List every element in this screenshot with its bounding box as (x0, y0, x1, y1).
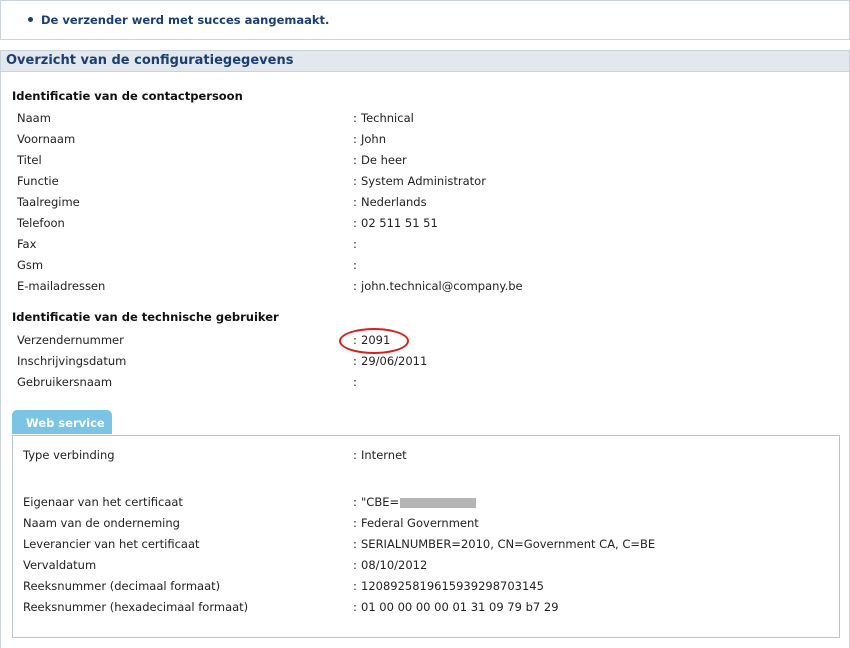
row-value: "CBE= (361, 495, 477, 509)
web-service-box: Type verbinding : Internet Eigenaar van … (12, 435, 840, 638)
ws-row-vervaldatum: Vervaldatum : 08/10/2012 (13, 558, 850, 576)
row-label: Vervaldatum (23, 558, 97, 572)
bullet-icon (28, 17, 33, 22)
row-separator: : (353, 174, 357, 188)
contact-section-title: Identificatie van de contactpersoon (12, 89, 243, 103)
contact-row-telefoon: Telefoon : 02 511 51 51 (1, 216, 841, 234)
row-label: E-mailadressen (17, 279, 106, 293)
technical-row-verzendernummer: Verzendernummer : 2091 (1, 333, 841, 351)
row-value: System Administrator (361, 174, 486, 188)
row-separator: : (353, 195, 357, 209)
row-value: 01 00 00 00 00 01 31 09 79 b7 29 (361, 600, 559, 614)
row-label: Verzendernummer (17, 333, 124, 347)
row-label: Eigenaar van het certificaat (23, 495, 183, 509)
cert-owner-text: "CBE= (361, 495, 400, 509)
success-message: De verzender werd met succes aangemaakt. (41, 13, 330, 27)
success-notice: De verzender werd met succes aangemaakt. (0, 0, 850, 40)
row-value: Internet (361, 448, 407, 462)
row-label: Fax (17, 237, 37, 251)
row-separator: : (353, 600, 357, 614)
row-label: Taalregime (17, 195, 80, 209)
row-separator: : (353, 579, 357, 593)
tab-web-service[interactable]: Web service (12, 410, 112, 434)
row-separator: : (353, 216, 357, 230)
contact-row-taalregime: Taalregime : Nederlands (1, 195, 841, 213)
panel-title: Overzicht van de configuratiegegevens (6, 53, 294, 68)
row-separator: : (353, 111, 357, 125)
row-value: De heer (361, 153, 407, 167)
contact-row-titel: Titel : De heer (1, 153, 841, 171)
row-label: Naam van de onderneming (23, 516, 180, 530)
row-value: SERIALNUMBER=2010, CN=Government CA, C=B… (361, 537, 656, 551)
technical-row-inschrijvingsdatum: Inschrijvingsdatum : 29/06/2011 (1, 354, 841, 372)
row-label: Functie (17, 174, 59, 188)
ws-row-leverancier: Leverancier van het certificaat : SERIAL… (13, 537, 850, 555)
contact-row-voornaam: Voornaam : John (1, 132, 841, 150)
ws-row-reeksnummer-dec: Reeksnummer (decimaal formaat) : 1208925… (13, 579, 850, 597)
row-label: Gebruikersnaam (17, 375, 113, 389)
contact-row-fax: Fax : (1, 237, 841, 255)
row-label: Voornaam (17, 132, 76, 146)
row-separator: : (353, 375, 357, 389)
row-separator: : (353, 537, 357, 551)
row-separator: : (353, 558, 357, 572)
ws-row-type-verbinding: Type verbinding : Internet (13, 448, 850, 466)
row-separator: : (353, 279, 357, 293)
contact-row-naam: Naam : Technical (1, 111, 841, 129)
row-value: John (361, 132, 387, 146)
row-separator: : (353, 516, 357, 530)
row-separator: : (353, 448, 357, 462)
contact-row-email: E-mailadressen : john.technical@company.… (1, 279, 841, 297)
highlight-circle (339, 328, 409, 354)
row-label: Reeksnummer (decimaal formaat) (23, 579, 221, 593)
row-separator: : (353, 153, 357, 167)
redacted-block (400, 497, 477, 508)
row-separator: : (353, 258, 357, 272)
row-label: Type verbinding (23, 448, 115, 462)
row-value: Nederlands (361, 195, 427, 209)
row-separator: : (353, 354, 357, 368)
row-label: Inschrijvingsdatum (17, 354, 127, 368)
tab-label: Web service (26, 416, 105, 430)
row-label: Leverancier van het certificaat (23, 537, 200, 551)
row-value: Federal Government (361, 516, 479, 530)
row-value: 08/10/2012 (361, 558, 428, 572)
row-label: Gsm (17, 258, 44, 272)
row-value: 02 511 51 51 (361, 216, 438, 230)
row-label: Titel (17, 153, 42, 167)
row-label: Naam (17, 111, 51, 125)
row-label: Telefoon (17, 216, 65, 230)
row-value: 29/06/2011 (361, 354, 428, 368)
technical-row-gebruikersnaam: Gebruikersnaam : (1, 375, 841, 393)
contact-row-functie: Functie : System Administrator (1, 174, 841, 192)
row-value: Technical (361, 111, 414, 125)
row-separator: : (353, 495, 357, 509)
technical-section-title: Identificatie van de technische gebruike… (12, 310, 279, 324)
ws-row-eigenaar: Eigenaar van het certificaat : "CBE= (13, 495, 850, 513)
row-separator: : (353, 237, 357, 251)
contact-row-gsm: Gsm : (1, 258, 841, 276)
row-value: 120892581961593929870314­5 (361, 579, 544, 593)
row-label: Reeksnummer (hexadecimaal formaat) (23, 600, 249, 614)
panel-header: Overzicht van de configuratiegegevens (1, 51, 849, 72)
ws-row-reeksnummer-hex: Reeksnummer (hexadecimaal formaat) : 01 … (13, 600, 850, 618)
config-overview-panel: Overzicht van de configuratiegegevens Id… (0, 50, 850, 648)
ws-row-onderneming: Naam van de onderneming : Federal Govern… (13, 516, 850, 534)
row-separator: : (353, 132, 357, 146)
row-value: john.technical@company.be (361, 279, 523, 293)
